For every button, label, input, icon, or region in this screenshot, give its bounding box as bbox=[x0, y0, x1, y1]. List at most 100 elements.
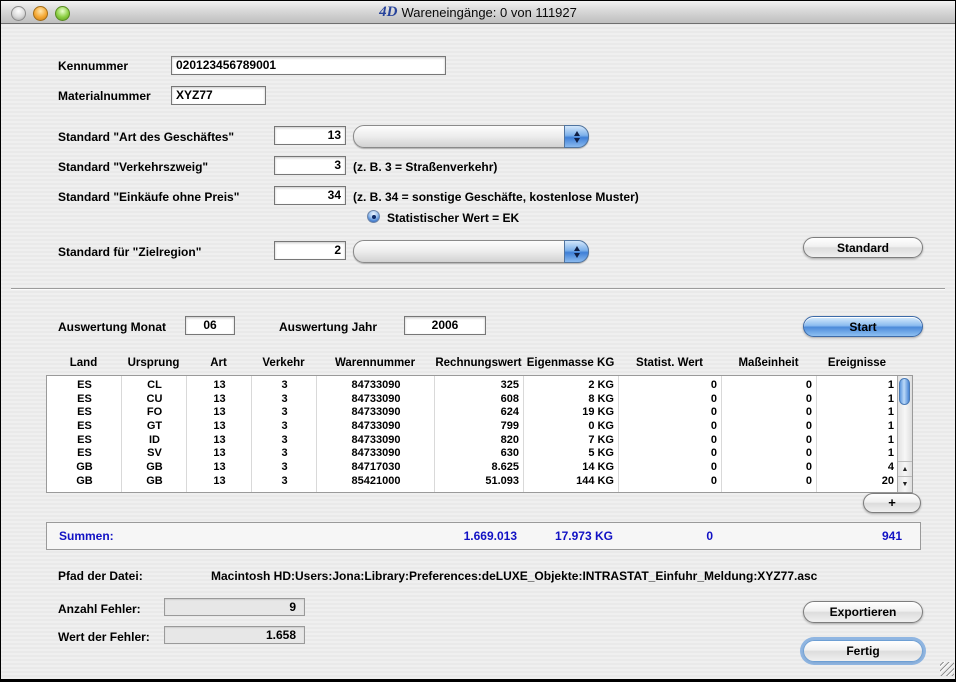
table-row[interactable]: GBGB1338542100051.093144 KG0020 bbox=[47, 475, 899, 489]
header-cell[interactable]: Ereignisse bbox=[816, 357, 898, 372]
table-cell: 8.625 bbox=[435, 461, 524, 475]
summen-statist-wert: 0 bbox=[706, 523, 713, 549]
table-cell: 0 bbox=[619, 406, 722, 420]
header-cell[interactable]: Eigenmasse KG bbox=[523, 357, 618, 372]
anzahl-fehler-field: 9 bbox=[164, 598, 305, 616]
table-cell: 13 bbox=[187, 420, 252, 434]
art-geschaeft-popup[interactable] bbox=[353, 125, 589, 148]
table-cell: 5 KG bbox=[524, 447, 619, 461]
table-row[interactable]: GBGB133847170308.62514 KG004 bbox=[47, 461, 899, 475]
table-header: LandUrsprungArtVerkehrWarennummerRechnun… bbox=[46, 357, 898, 372]
table-cell: GB bbox=[122, 475, 187, 489]
table-row[interactable]: ESID133847330908207 KG001 bbox=[47, 434, 899, 448]
header-cell[interactable]: Statist. Wert bbox=[618, 357, 721, 372]
wert-fehler-field: 1.658 bbox=[164, 626, 305, 644]
auswertung-monat-label: Auswertung Monat bbox=[58, 320, 166, 334]
table-cell: 13 bbox=[187, 461, 252, 475]
table-cell: 144 KG bbox=[524, 475, 619, 489]
table-cell: GB bbox=[47, 461, 122, 475]
table-cell: 13 bbox=[187, 379, 252, 393]
table-cell: ES bbox=[47, 434, 122, 448]
materialnummer-input[interactable]: XYZ77 bbox=[171, 86, 266, 105]
resize-grip-icon[interactable] bbox=[940, 662, 954, 676]
table-cell: 51.093 bbox=[435, 475, 524, 489]
4d-logo-icon: 4D bbox=[379, 4, 397, 21]
table-cell: GT bbox=[122, 420, 187, 434]
table-cell: 3 bbox=[252, 406, 317, 420]
header-cell[interactable]: Rechnungswert bbox=[434, 357, 523, 372]
auswertung-monat-input[interactable]: 06 bbox=[185, 316, 235, 335]
table-cell: 3 bbox=[252, 379, 317, 393]
table-cell: 84733090 bbox=[317, 393, 435, 407]
standard-button[interactable]: Standard bbox=[803, 237, 923, 258]
table-cell: 13 bbox=[187, 475, 252, 489]
vertical-scrollbar[interactable]: ▲ ▼ bbox=[897, 376, 912, 492]
table-cell: 8 KG bbox=[524, 393, 619, 407]
zielregion-popup[interactable] bbox=[353, 240, 589, 263]
einkaeufe-input[interactable]: 34 bbox=[274, 186, 346, 205]
table-cell: ES bbox=[47, 379, 122, 393]
table-cell: 3 bbox=[252, 420, 317, 434]
table-cell: 7 KG bbox=[524, 434, 619, 448]
auswertung-jahr-input[interactable]: 2006 bbox=[404, 316, 486, 335]
table-cell: 0 bbox=[722, 420, 817, 434]
summen-rechnungswert: 1.669.013 bbox=[464, 523, 517, 549]
wert-fehler-label: Wert der Fehler: bbox=[58, 630, 150, 644]
zielregion-input[interactable]: 2 bbox=[274, 241, 346, 260]
table-cell: 13 bbox=[187, 434, 252, 448]
header-cell[interactable]: Art bbox=[186, 357, 251, 372]
table-cell: 1 bbox=[817, 393, 899, 407]
kennummer-input[interactable]: 020123456789001 bbox=[171, 56, 446, 75]
table-row[interactable]: ESCU133847330906088 KG001 bbox=[47, 393, 899, 407]
table-cell: 0 bbox=[722, 379, 817, 393]
table-row[interactable]: ESSV133847330906305 KG001 bbox=[47, 447, 899, 461]
pfad-value: Macintosh HD:Users:Jona:Library:Preferen… bbox=[211, 569, 817, 583]
table-cell: 0 bbox=[722, 393, 817, 407]
scrollbar-thumb[interactable] bbox=[899, 378, 910, 405]
table-row[interactable]: ESCL133847330903252 KG001 bbox=[47, 379, 899, 393]
table-cell: 0 bbox=[619, 447, 722, 461]
statistischer-wert-label: Statistischer Wert = EK bbox=[387, 211, 519, 225]
title-bar[interactable]: 4D Wareneingänge: 0 von 111927 bbox=[1, 1, 955, 24]
table-cell: 0 bbox=[722, 434, 817, 448]
header-cell[interactable]: Warennummer bbox=[316, 357, 434, 372]
header-cell[interactable]: Land bbox=[46, 357, 121, 372]
fertig-button[interactable]: Fertig bbox=[803, 640, 923, 662]
table-cell: 84733090 bbox=[317, 406, 435, 420]
table-row[interactable]: ESGT133847330907990 KG001 bbox=[47, 420, 899, 434]
table-cell: 3 bbox=[252, 447, 317, 461]
table-cell: 0 bbox=[722, 447, 817, 461]
section-divider bbox=[11, 288, 945, 289]
add-row-button[interactable]: + bbox=[863, 493, 921, 513]
table-cell: 0 bbox=[619, 420, 722, 434]
exportieren-button[interactable]: Exportieren bbox=[803, 601, 923, 623]
table-cell: 84733090 bbox=[317, 379, 435, 393]
summen-eigenmasse: 17.973 KG bbox=[555, 523, 613, 549]
header-cell[interactable]: Verkehr bbox=[251, 357, 316, 372]
table-cell: ES bbox=[47, 393, 122, 407]
scroll-down-icon[interactable]: ▼ bbox=[898, 476, 912, 492]
results-table: ESCL133847330903252 KG001ESCU13384733090… bbox=[46, 375, 913, 493]
table-cell: 1 bbox=[817, 447, 899, 461]
table-cell: GB bbox=[47, 475, 122, 489]
start-button[interactable]: Start bbox=[803, 316, 923, 337]
table-row[interactable]: ESFO1338473309062419 KG001 bbox=[47, 406, 899, 420]
table-cell: 3 bbox=[252, 434, 317, 448]
header-cell[interactable]: Maßeinheit bbox=[721, 357, 816, 372]
kennummer-label: Kennummer bbox=[58, 59, 128, 73]
verkehrszweig-input[interactable]: 3 bbox=[274, 156, 346, 175]
summen-row: Summen: 1.669.013 17.973 KG 0 941 bbox=[46, 522, 921, 550]
table-cell: 2 KG bbox=[524, 379, 619, 393]
table-cell: SV bbox=[122, 447, 187, 461]
verkehrszweig-hint: (z. B. 3 = Straßenverkehr) bbox=[353, 160, 497, 174]
table-cell: 84733090 bbox=[317, 420, 435, 434]
scroll-up-icon[interactable]: ▲ bbox=[898, 461, 912, 477]
table-cell: GB bbox=[122, 461, 187, 475]
header-cell[interactable]: Ursprung bbox=[121, 357, 186, 372]
table-cell: CL bbox=[122, 379, 187, 393]
table-cell: CU bbox=[122, 393, 187, 407]
art-geschaeft-input[interactable]: 13 bbox=[274, 126, 346, 145]
table-cell: 19 KG bbox=[524, 406, 619, 420]
statistischer-wert-radio[interactable] bbox=[367, 210, 380, 223]
table-cell: 3 bbox=[252, 475, 317, 489]
